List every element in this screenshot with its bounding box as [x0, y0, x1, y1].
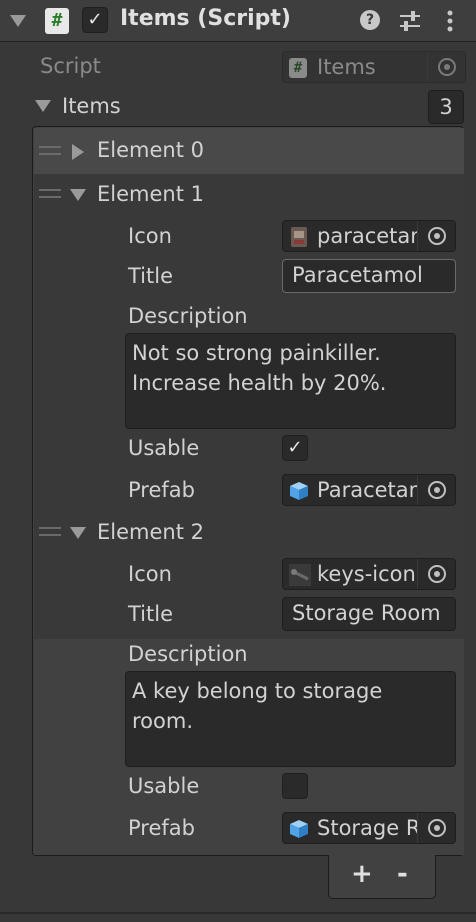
prefab-cube-icon	[289, 481, 309, 501]
add-element-button[interactable]: +	[351, 859, 373, 889]
usable-label: Usable	[128, 774, 200, 798]
description-label: Description	[128, 304, 248, 328]
icon-value: keys-icon	[317, 562, 416, 586]
object-picker-icon	[428, 819, 446, 837]
component-header[interactable]: # ✓ Items (Script) ?	[0, 0, 476, 42]
title-label: Title	[128, 602, 174, 626]
prefab-object-field[interactable]: Storage Room	[282, 812, 456, 844]
divider	[0, 912, 476, 914]
chevron-right-icon[interactable]	[72, 144, 84, 160]
element-2-label[interactable]: Element 2	[97, 520, 204, 544]
component-enabled-checkbox[interactable]: ✓	[82, 7, 108, 33]
csharp-script-icon: #	[45, 8, 69, 34]
script-label: Script	[40, 54, 101, 78]
items-foldout-label[interactable]: Items	[62, 94, 121, 118]
remove-element-button[interactable]: -	[397, 859, 408, 889]
paracetamol-thumbnail-icon	[290, 225, 308, 249]
drag-handle[interactable]	[39, 189, 61, 198]
prefab-label: Prefab	[128, 816, 195, 840]
sliders-icon[interactable]	[396, 8, 424, 34]
title-input[interactable]: Storage Room	[282, 597, 456, 631]
list-footer: + -	[328, 855, 436, 899]
prefab-label: Prefab	[128, 478, 195, 502]
chevron-down-icon[interactable]	[70, 189, 86, 201]
object-picker-icon	[438, 58, 456, 76]
icon-label: Icon	[128, 224, 172, 248]
csharp-script-icon: #	[289, 58, 307, 78]
element-1-label[interactable]: Element 1	[97, 182, 204, 206]
title-input[interactable]: Paracetamol	[282, 259, 456, 293]
description-label: Description	[128, 642, 248, 666]
help-icon[interactable]: ?	[360, 10, 380, 30]
script-object-field: # Items	[282, 51, 466, 83]
icon-label: Icon	[128, 562, 172, 586]
prefab-object-field[interactable]: Paracetamol	[282, 474, 456, 506]
object-picker-button	[427, 52, 465, 82]
component-title: Items (Script)	[120, 6, 291, 31]
keys-thumbnail-icon	[289, 564, 311, 586]
title-label: Title	[128, 264, 174, 288]
description-textarea[interactable]: Not so strong painkiller. Increase healt…	[125, 333, 456, 429]
usable-checkbox[interactable]: ✓	[282, 435, 308, 461]
object-picker-icon	[428, 481, 446, 499]
object-picker-button[interactable]	[417, 475, 455, 505]
element-0-label[interactable]: Element 0	[97, 138, 204, 162]
prefab-cube-icon	[289, 819, 309, 839]
object-picker-button[interactable]	[417, 813, 455, 843]
object-picker-icon	[428, 227, 446, 245]
script-value: Items	[317, 55, 376, 79]
usable-label: Usable	[128, 436, 200, 460]
items-count-field[interactable]: 3	[428, 90, 464, 124]
object-picker-button[interactable]	[417, 221, 455, 251]
usable-checkbox[interactable]	[282, 773, 308, 799]
chevron-down-icon[interactable]	[70, 527, 86, 539]
icon-object-field[interactable]: keys-icon	[282, 558, 456, 590]
chevron-down-icon[interactable]	[35, 100, 51, 112]
drag-handle[interactable]	[39, 146, 61, 155]
chevron-down-icon[interactable]	[10, 15, 26, 27]
object-picker-button[interactable]	[417, 559, 455, 589]
description-textarea[interactable]: A key belong to storage room.	[125, 671, 456, 767]
object-picker-icon	[428, 565, 446, 583]
kebab-menu-icon[interactable]	[440, 8, 460, 34]
icon-object-field[interactable]: paracetamol	[282, 220, 456, 252]
drag-handle[interactable]	[39, 527, 61, 536]
